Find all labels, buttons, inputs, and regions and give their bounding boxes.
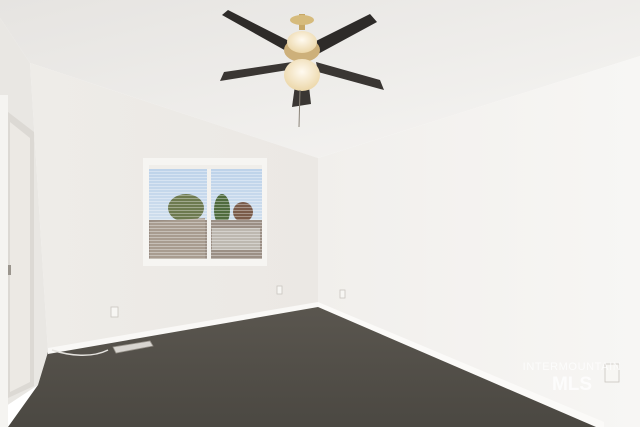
watermark-line1: INTERMOUNTAIN [522,361,622,373]
window-blinds-icon [143,158,267,266]
outlet-icon [339,289,346,299]
mls-watermark: INTERMOUNTAIN MLS [508,361,636,395]
outlet-icon [276,285,283,295]
empty-bedroom-photo: INTERMOUNTAIN MLS [0,0,640,427]
watermark-line2: MLS [551,374,593,395]
outlet-icon [110,306,119,318]
doorway [0,95,34,427]
